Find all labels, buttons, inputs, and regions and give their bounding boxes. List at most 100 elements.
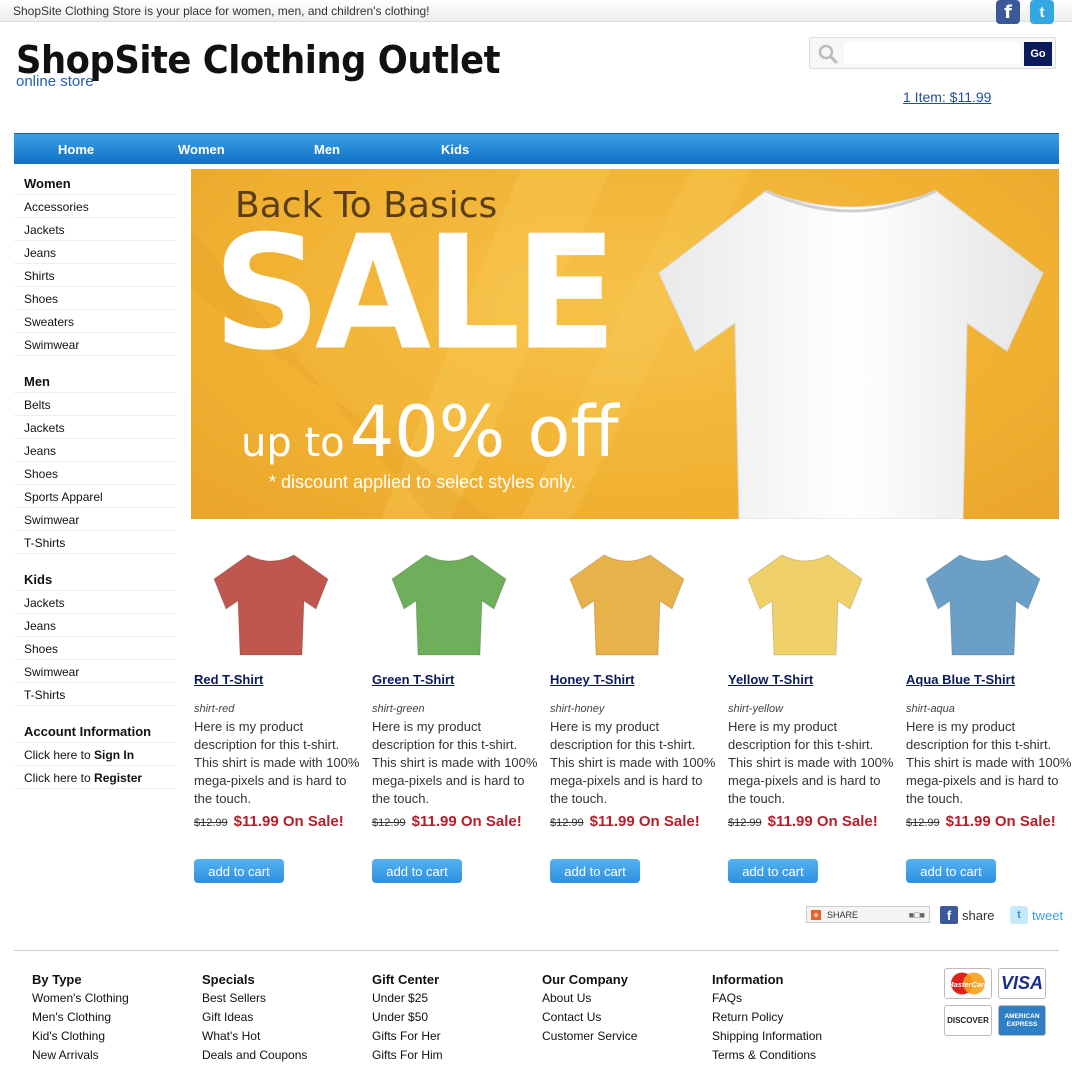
product-sku: shirt-yellow <box>728 703 784 715</box>
amex-icon: AMERICAN EXPRESS <box>998 1005 1046 1036</box>
footer-link[interactable]: Men's Clothing <box>32 1010 129 1029</box>
sign-in-label[interactable]: Sign In <box>94 748 134 762</box>
tshirt-shape <box>213 554 329 656</box>
product-image[interactable] <box>384 545 514 665</box>
twitter-icon: t <box>1010 906 1028 924</box>
sidebar-item-jeans[interactable]: Jeans <box>14 614 176 637</box>
product-image[interactable] <box>562 545 692 665</box>
footer-link[interactable]: New Arrivals <box>32 1048 129 1067</box>
sidebar-item-jackets[interactable]: Jackets <box>14 591 176 614</box>
sidebar-heading-men[interactable]: Men <box>14 368 176 393</box>
product-name[interactable]: Yellow T-Shirt <box>728 672 813 687</box>
sale-price: $11.99 On Sale! <box>411 813 522 830</box>
sidebar-item-jeans[interactable]: Jeans <box>14 241 176 264</box>
sidebar-item-jeans[interactable]: Jeans <box>14 439 176 462</box>
footer-divider <box>14 950 1059 951</box>
footer-link[interactable]: Under $25 <box>372 991 443 1010</box>
old-price: $12.99 <box>550 817 584 829</box>
product-name[interactable]: Green T-Shirt <box>372 672 454 687</box>
register-label[interactable]: Register <box>94 771 142 785</box>
footer-link[interactable]: About Us <box>542 991 637 1010</box>
tshirt-shape <box>569 554 685 656</box>
sign-in-prefix: Click here to <box>24 748 95 762</box>
go-button[interactable]: Go <box>1024 42 1052 66</box>
banner-discount: up to 40% off <box>241 391 619 473</box>
footer-link[interactable]: What's Hot <box>202 1029 307 1048</box>
tshirt-shape <box>747 554 863 656</box>
register-link[interactable]: Click here to Register <box>14 766 176 789</box>
sidebar-item-belts[interactable]: Belts <box>14 393 176 416</box>
sidebar-heading-women[interactable]: Women <box>14 170 176 195</box>
sidebar-item-shirts[interactable]: Shirts <box>14 264 176 287</box>
footer-link[interactable]: Contact Us <box>542 1010 637 1029</box>
footer-column-specials: Specials Best Sellers Gift Ideas What's … <box>202 972 307 1067</box>
sidebar-item-jackets[interactable]: Jackets <box>14 416 176 439</box>
add-to-cart-button[interactable]: add to cart <box>194 859 284 883</box>
tshirt-shape <box>925 554 1041 656</box>
footer-link[interactable]: Terms & Conditions <box>712 1048 822 1067</box>
footer-link[interactable]: Gifts For Him <box>372 1048 443 1067</box>
footer-link[interactable]: Kid's Clothing <box>32 1029 129 1048</box>
add-to-cart-button[interactable]: add to cart <box>906 859 996 883</box>
footer-link[interactable]: Customer Service <box>542 1029 637 1048</box>
product-image[interactable] <box>206 545 336 665</box>
facebook-icon: f <box>940 906 958 924</box>
footer-column-our-company: Our Company About Us Contact Us Customer… <box>542 972 637 1048</box>
footer-link[interactable]: Return Policy <box>712 1010 822 1029</box>
addthis-share-button[interactable]: + SHARE ■□■ <box>806 906 930 923</box>
product-image[interactable] <box>740 545 870 665</box>
footer-link[interactable]: Best Sellers <box>202 991 307 1010</box>
sidebar-item-jackets[interactable]: Jackets <box>14 218 176 241</box>
product-name[interactable]: Aqua Blue T-Shirt <box>906 672 1015 687</box>
sidebar-item-swimwear[interactable]: Swimwear <box>14 333 176 356</box>
old-price: $12.99 <box>906 817 940 829</box>
sale-price: $11.99 On Sale! <box>945 813 1056 830</box>
twitter-icon[interactable]: t <box>1030 0 1054 24</box>
sidebar-item-shoes[interactable]: Shoes <box>14 637 176 660</box>
footer-link[interactable]: Shipping Information <box>712 1029 822 1048</box>
facebook-icon[interactable]: f <box>996 0 1020 24</box>
product-name[interactable]: Red T-Shirt <box>194 672 263 687</box>
sidebar-item-sweaters[interactable]: Sweaters <box>14 310 176 333</box>
add-to-cart-button[interactable]: add to cart <box>372 859 462 883</box>
banner-tshirt-image <box>658 189 1044 519</box>
sidebar-item-swimwear[interactable]: Swimwear <box>14 508 176 531</box>
sidebar-item-shoes[interactable]: Shoes <box>14 287 176 310</box>
product-description: Here is my product description for this … <box>372 719 538 806</box>
product-description: Here is my product description for this … <box>728 719 894 806</box>
sidebar-item-t-shirts[interactable]: T-Shirts <box>14 683 176 706</box>
sidebar-heading-kids[interactable]: Kids <box>14 566 176 591</box>
product-name[interactable]: Honey T-Shirt <box>550 672 635 687</box>
twitter-share-link[interactable]: t tweet <box>1010 906 1063 924</box>
footer-heading: Information <box>712 972 784 987</box>
product-sku: shirt-honey <box>550 703 605 715</box>
footer-link[interactable]: Gifts For Her <box>372 1029 443 1048</box>
sidebar-item-swimwear[interactable]: Swimwear <box>14 660 176 683</box>
footer-link[interactable]: Under $50 <box>372 1010 443 1029</box>
nav-men[interactable]: Men <box>314 142 340 157</box>
sale-price: $11.99 On Sale! <box>767 813 878 830</box>
mastercard-text: MasterCard <box>947 980 989 989</box>
sidebar-item-t-shirts[interactable]: T-Shirts <box>14 531 176 554</box>
discover-icon: DISCOVER <box>944 1005 992 1036</box>
footer-link[interactable]: Women's Clothing <box>32 991 129 1010</box>
sidebar-item-sports-apparel[interactable]: Sports Apparel <box>14 485 176 508</box>
footer-link[interactable]: Gift Ideas <box>202 1010 307 1029</box>
add-to-cart-button[interactable]: add to cart <box>550 859 640 883</box>
sale-banner[interactable]: Back To Basics SALE up to 40% off * disc… <box>191 169 1059 519</box>
old-price: $12.99 <box>728 817 762 829</box>
add-to-cart-button[interactable]: add to cart <box>728 859 818 883</box>
footer-link[interactable]: FAQs <box>712 991 822 1010</box>
nav-kids[interactable]: Kids <box>441 142 469 157</box>
cart-summary-link[interactable]: 1 Item: $11.99 <box>903 89 991 105</box>
facebook-share-link[interactable]: f share <box>940 906 995 924</box>
nav-women[interactable]: Women <box>178 142 225 157</box>
sign-in-link[interactable]: Click here to Sign In <box>14 743 176 766</box>
sidebar-item-accessories[interactable]: Accessories <box>14 195 176 218</box>
product-image[interactable] <box>918 545 1048 665</box>
search-input[interactable] <box>844 42 1020 64</box>
footer-link[interactable]: Deals and Coupons <box>202 1048 307 1067</box>
sidebar-item-shoes[interactable]: Shoes <box>14 462 176 485</box>
nav-home[interactable]: Home <box>58 142 94 157</box>
sale-price: $11.99 On Sale! <box>589 813 700 830</box>
